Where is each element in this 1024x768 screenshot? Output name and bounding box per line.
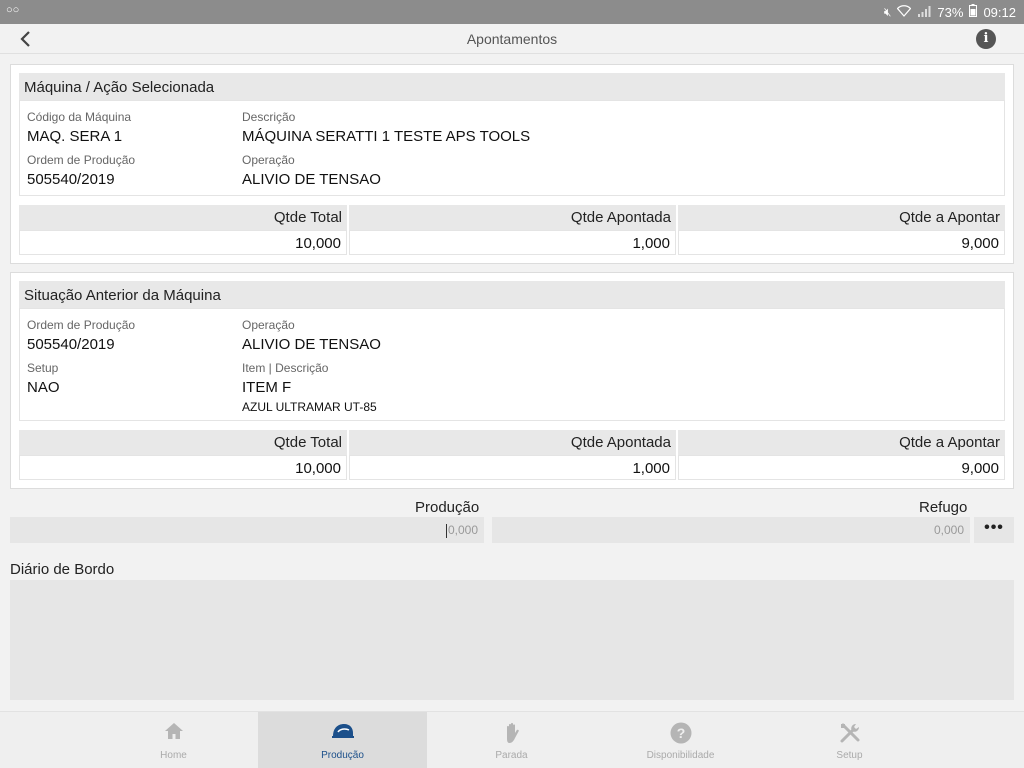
qty-total-header: Qtde Total (19, 430, 347, 455)
previous-situation-info: Ordem de Produção 505540/2019 Operação A… (19, 308, 1005, 421)
selected-quantity-table: Qtde Total Qtde Apontada Qtde a Apontar … (19, 205, 1005, 257)
svg-text:?: ? (676, 725, 685, 741)
previous-situation-header: Situação Anterior da Máquina (19, 281, 1005, 308)
nav-label-home: Home (160, 750, 187, 761)
battery-icon (969, 4, 978, 20)
hard-hat-icon (258, 722, 427, 744)
operation-value: ALIVIO DE TENSAO (242, 336, 381, 353)
text-cursor (445, 523, 447, 538)
production-input[interactable]: 0,000 (10, 517, 484, 543)
operation-value: ALIVIO DE TENSAO (242, 171, 381, 188)
wifi-icon (897, 4, 912, 20)
nav-item-parada[interactable]: Parada (427, 712, 596, 768)
qty-total-header: Qtde Total (19, 205, 347, 230)
nav-label-disponibilidade: Disponibilidade (646, 750, 715, 761)
battery-percent: 73% (937, 4, 964, 20)
status-icons: 🔇︎ 73% 09:12 (884, 4, 1016, 20)
nav-label-setup: Setup (836, 750, 863, 761)
nav-label-producao: Produção (321, 750, 364, 761)
clock: 09:12 (983, 4, 1016, 20)
order-label: Ordem de Produção (27, 318, 136, 332)
item-value: ITEM F (242, 379, 292, 396)
info-button[interactable]: i (976, 29, 996, 49)
order-label: Ordem de Produção (27, 153, 136, 167)
machine-code-value: MAQ. SERA 1 (27, 128, 123, 145)
voicemail-icon: ○○ (6, 4, 20, 16)
page-title: Apontamentos (466, 31, 558, 47)
item-description-value: AZUL ULTRAMAR UT-85 (242, 400, 377, 414)
qty-reported-header: Qtde Apontada (349, 205, 676, 230)
setup-label: Setup (27, 361, 59, 375)
qty-total-value: 10,000 (19, 455, 347, 480)
tools-icon (765, 722, 934, 744)
item-label: Item | Descrição (242, 361, 329, 375)
selected-machine-header: Máquina / Ação Selecionada (19, 73, 1005, 100)
description-value: MÁQUINA SERATTI 1 TESTE APS TOOLS (242, 128, 531, 145)
more-options-button[interactable]: ••• (974, 517, 1014, 543)
info-icon: i (983, 31, 989, 46)
nav-label-parada: Parada (495, 750, 528, 761)
nav-item-setup[interactable]: Setup (765, 712, 934, 768)
qty-reported-value: 1,000 (349, 230, 676, 255)
selected-machine-info: Código da Máquina MAQ. SERA 1 Descrição … (19, 100, 1005, 196)
status-bar: ○○ 🔇︎ 73% 09:12 (0, 0, 1024, 24)
logbook-textarea[interactable] (10, 580, 1014, 700)
scrap-placeholder: 0,000 (933, 523, 964, 537)
production-label: Produção (415, 499, 480, 516)
qty-total-value: 10,000 (19, 230, 347, 255)
home-icon (89, 722, 258, 744)
description-label: Descrição (242, 110, 296, 124)
hand-stop-icon (427, 722, 596, 744)
bottom-navigation: Home Produção Parada ? Disponibilidade S… (0, 711, 1024, 768)
question-circle-icon: ? (596, 722, 765, 744)
machine-code-label: Código da Máquina (27, 110, 132, 124)
app-bar: Apontamentos i (0, 24, 1024, 54)
nav-item-home[interactable]: Home (89, 712, 258, 768)
mute-icon: 🔇︎ (883, 4, 892, 19)
scrap-label: Refugo (919, 499, 968, 516)
qty-pending-header: Qtde a Apontar (678, 205, 1005, 230)
production-placeholder: 0,000 (447, 523, 478, 537)
previous-quantity-table: Qtde Total Qtde Apontada Qtde a Apontar … (19, 430, 1005, 482)
qty-pending-value: 9,000 (678, 230, 1005, 255)
operation-label: Operação (242, 153, 295, 167)
selected-machine-card: Máquina / Ação Selecionada Código da Máq… (10, 64, 1014, 264)
signal-icon (917, 5, 931, 20)
more-dots-icon: ••• (984, 519, 1004, 536)
qty-pending-value: 9,000 (678, 455, 1005, 480)
order-value: 505540/2019 (27, 171, 115, 188)
logbook-label: Diário de Bordo (10, 561, 115, 578)
order-value: 505540/2019 (27, 336, 115, 353)
nav-item-disponibilidade[interactable]: ? Disponibilidade (596, 712, 765, 768)
operation-label: Operação (242, 318, 295, 332)
scrap-input[interactable]: 0,000 (492, 517, 970, 543)
previous-situation-card: Situação Anterior da Máquina Ordem de Pr… (10, 272, 1014, 489)
qty-pending-header: Qtde a Apontar (678, 430, 1005, 455)
qty-reported-header: Qtde Apontada (349, 430, 676, 455)
qty-reported-value: 1,000 (349, 455, 676, 480)
nav-item-producao[interactable]: Produção (258, 712, 427, 768)
setup-value: NAO (27, 379, 60, 396)
